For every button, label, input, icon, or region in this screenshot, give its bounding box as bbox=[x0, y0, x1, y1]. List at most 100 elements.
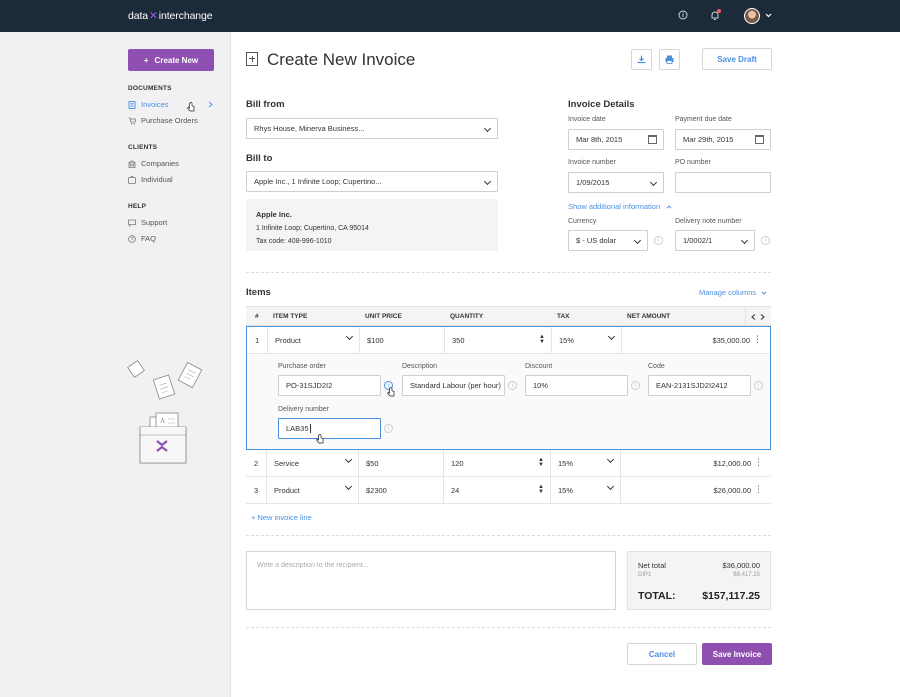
stepper-arrows-icon[interactable]: ▲ ▼ bbox=[538, 457, 544, 468]
sidebar-item-invoices[interactable]: Invoices bbox=[128, 100, 169, 109]
description-label: Description bbox=[402, 363, 438, 370]
kebab-menu-icon[interactable]: ⋮ bbox=[753, 335, 762, 344]
bill-from-select[interactable]: Rhys House, Minerva Business... bbox=[246, 118, 498, 139]
kebab-menu-icon[interactable]: ⋮ bbox=[754, 458, 763, 467]
user-avatar[interactable] bbox=[744, 8, 760, 24]
stepper-arrows-icon[interactable]: ▲ ▼ bbox=[538, 484, 544, 495]
info-icon[interactable]: i bbox=[384, 424, 393, 433]
bill-to-select[interactable]: Apple Inc., 1 Infinite Loop; Cupertino..… bbox=[246, 171, 498, 192]
hand-cursor-icon bbox=[187, 102, 195, 112]
currency-select[interactable]: $ - US dolar bbox=[568, 230, 648, 251]
invoice-date-field[interactable]: Mar 8th, 2015 bbox=[568, 129, 664, 150]
discount-input[interactable]: 10% bbox=[525, 375, 628, 396]
table-row[interactable]: 1 Product $100 350 ▲ ▼ 15% $35,000.00 ⋮ bbox=[247, 327, 770, 354]
save-invoice-button[interactable]: Save Invoice bbox=[702, 643, 772, 665]
download-button[interactable] bbox=[631, 49, 652, 70]
show-additional-info-link[interactable]: Show additional information bbox=[568, 202, 672, 211]
tax-select[interactable]: 15% bbox=[551, 327, 621, 353]
purchase-order-input[interactable]: PO-31SJD2I2 bbox=[278, 375, 381, 396]
print-button[interactable] bbox=[659, 49, 680, 70]
row-number: 2 bbox=[254, 459, 259, 468]
calendar-icon[interactable] bbox=[648, 135, 657, 144]
recipient-description-textarea[interactable]: Write a description to the recipient... bbox=[246, 551, 616, 610]
quantity-stepper[interactable]: 350 ▲ ▼ bbox=[444, 327, 551, 353]
chevron-down-icon bbox=[649, 178, 658, 187]
table-row[interactable]: 3 Product $2300 24 ▲ ▼ 15% $26,000.00 ⋮ bbox=[246, 477, 771, 504]
quantity-value: 350 bbox=[452, 335, 465, 345]
sidebar-item-support[interactable]: Support bbox=[128, 218, 167, 227]
invoice-number-value: 1/09/2015 bbox=[576, 178, 610, 187]
payment-due-date-label: Payment due date bbox=[675, 116, 732, 123]
item-type-value: Product bbox=[275, 335, 301, 345]
payment-due-date-field[interactable]: Mar 29th, 2015 bbox=[675, 129, 771, 150]
sidebar: + Create New DOCUMENTS Invoices Purchase… bbox=[0, 32, 231, 697]
item-type-select[interactable]: Product bbox=[267, 327, 359, 353]
save-draft-button[interactable]: Save Draft bbox=[702, 48, 772, 70]
discount-label: Discount bbox=[525, 363, 553, 370]
invoice-number-select[interactable]: 1/09/2015 bbox=[568, 172, 664, 193]
unit-price-input[interactable]: $100 bbox=[359, 327, 444, 353]
item-type-select[interactable]: Product bbox=[266, 477, 358, 503]
code-label: Code bbox=[648, 363, 665, 370]
purchase-order-value: PO-31SJD2I2 bbox=[286, 381, 333, 390]
delivery-note-label: Delivery note number bbox=[675, 218, 742, 225]
unit-price-input[interactable]: $50 bbox=[358, 450, 443, 476]
table-row[interactable]: 2 Service $50 120 ▲ ▼ 15% $12,000.00 ⋮ bbox=[246, 450, 771, 477]
column-header-net-amount: NET AMOUNT bbox=[627, 313, 671, 320]
info-icon[interactable]: i bbox=[654, 236, 663, 245]
quantity-stepper[interactable]: 24 ▲ ▼ bbox=[443, 477, 550, 503]
cart-icon bbox=[128, 117, 136, 124]
info-icon[interactable]: i bbox=[761, 236, 770, 245]
chevron-down-icon bbox=[606, 482, 615, 491]
calendar-icon[interactable] bbox=[755, 135, 764, 144]
sidebar-item-purchase-orders[interactable]: Purchase Orders bbox=[128, 116, 198, 125]
quantity-stepper[interactable]: 120 ▲ ▼ bbox=[443, 450, 550, 476]
hand-cursor-icon bbox=[387, 387, 395, 397]
bill-from-value: Rhys House, Minerva Business... bbox=[254, 124, 365, 133]
chevron-down-icon bbox=[606, 455, 615, 464]
unit-price-input[interactable]: $2300 bbox=[358, 477, 443, 503]
chevron-down-icon[interactable] bbox=[765, 13, 772, 18]
section-divider bbox=[246, 272, 771, 273]
create-new-button[interactable]: + Create New bbox=[128, 49, 214, 71]
sidebar-section-help: HELP bbox=[128, 203, 147, 210]
info-icon[interactable]: i bbox=[631, 381, 640, 390]
total-value: $157,117.25 bbox=[702, 590, 760, 602]
download-icon bbox=[637, 55, 646, 64]
tax-select[interactable]: 15% bbox=[550, 477, 620, 503]
info-icon[interactable]: i bbox=[754, 381, 763, 390]
description-input[interactable]: Standard Labour (per hour) bbox=[402, 375, 505, 396]
description-value: Standard Labour (per hour) bbox=[410, 381, 501, 390]
cancel-button[interactable]: Cancel bbox=[627, 643, 697, 665]
kebab-menu-icon[interactable]: ⋮ bbox=[754, 485, 763, 494]
tax-select[interactable]: 15% bbox=[550, 450, 620, 476]
unit-price-value: $50 bbox=[366, 458, 379, 468]
code-input[interactable]: EAN-2131SJD2I2412 bbox=[648, 375, 751, 396]
net-amount-value: $26,000.00 bbox=[713, 486, 751, 495]
page-title: Create New Invoice bbox=[267, 50, 416, 69]
sidebar-item-faq[interactable]: FAQ bbox=[128, 234, 156, 243]
top-bar: data ✕ interchange bbox=[0, 0, 900, 32]
documents-illustration-icon: A bbox=[127, 360, 203, 464]
stepper-arrows-icon[interactable]: ▲ ▼ bbox=[539, 334, 545, 345]
manage-columns-link[interactable]: Manage columns bbox=[699, 288, 767, 297]
chevron-left-icon[interactable] bbox=[751, 314, 756, 320]
net-amount-cell: $26,000.00 ⋮ bbox=[620, 477, 771, 503]
item-type-select[interactable]: Service bbox=[266, 450, 358, 476]
delivery-number-input[interactable]: LAB35 bbox=[278, 418, 381, 439]
chevron-down-icon bbox=[607, 332, 616, 341]
svg-text:A: A bbox=[160, 417, 165, 425]
currency-label: Currency bbox=[568, 218, 597, 225]
info-icon[interactable]: i bbox=[508, 381, 517, 390]
discount-value: 10% bbox=[533, 381, 549, 390]
po-number-input[interactable] bbox=[675, 172, 771, 193]
sidebar-item-individual[interactable]: Individual bbox=[128, 175, 173, 184]
info-icon[interactable] bbox=[678, 10, 688, 20]
chevron-right-icon[interactable] bbox=[760, 314, 765, 320]
totals-panel: Net total $36,000.00 DIP1 $8,417.25 TOTA… bbox=[627, 551, 771, 610]
app-logo[interactable]: data ✕ interchange bbox=[128, 10, 213, 22]
delivery-note-select[interactable]: 1/0002/1 bbox=[675, 230, 755, 251]
section-divider bbox=[246, 535, 771, 536]
new-invoice-line-link[interactable]: + New invoice line bbox=[251, 513, 312, 522]
sidebar-item-companies[interactable]: Companies bbox=[128, 159, 179, 168]
